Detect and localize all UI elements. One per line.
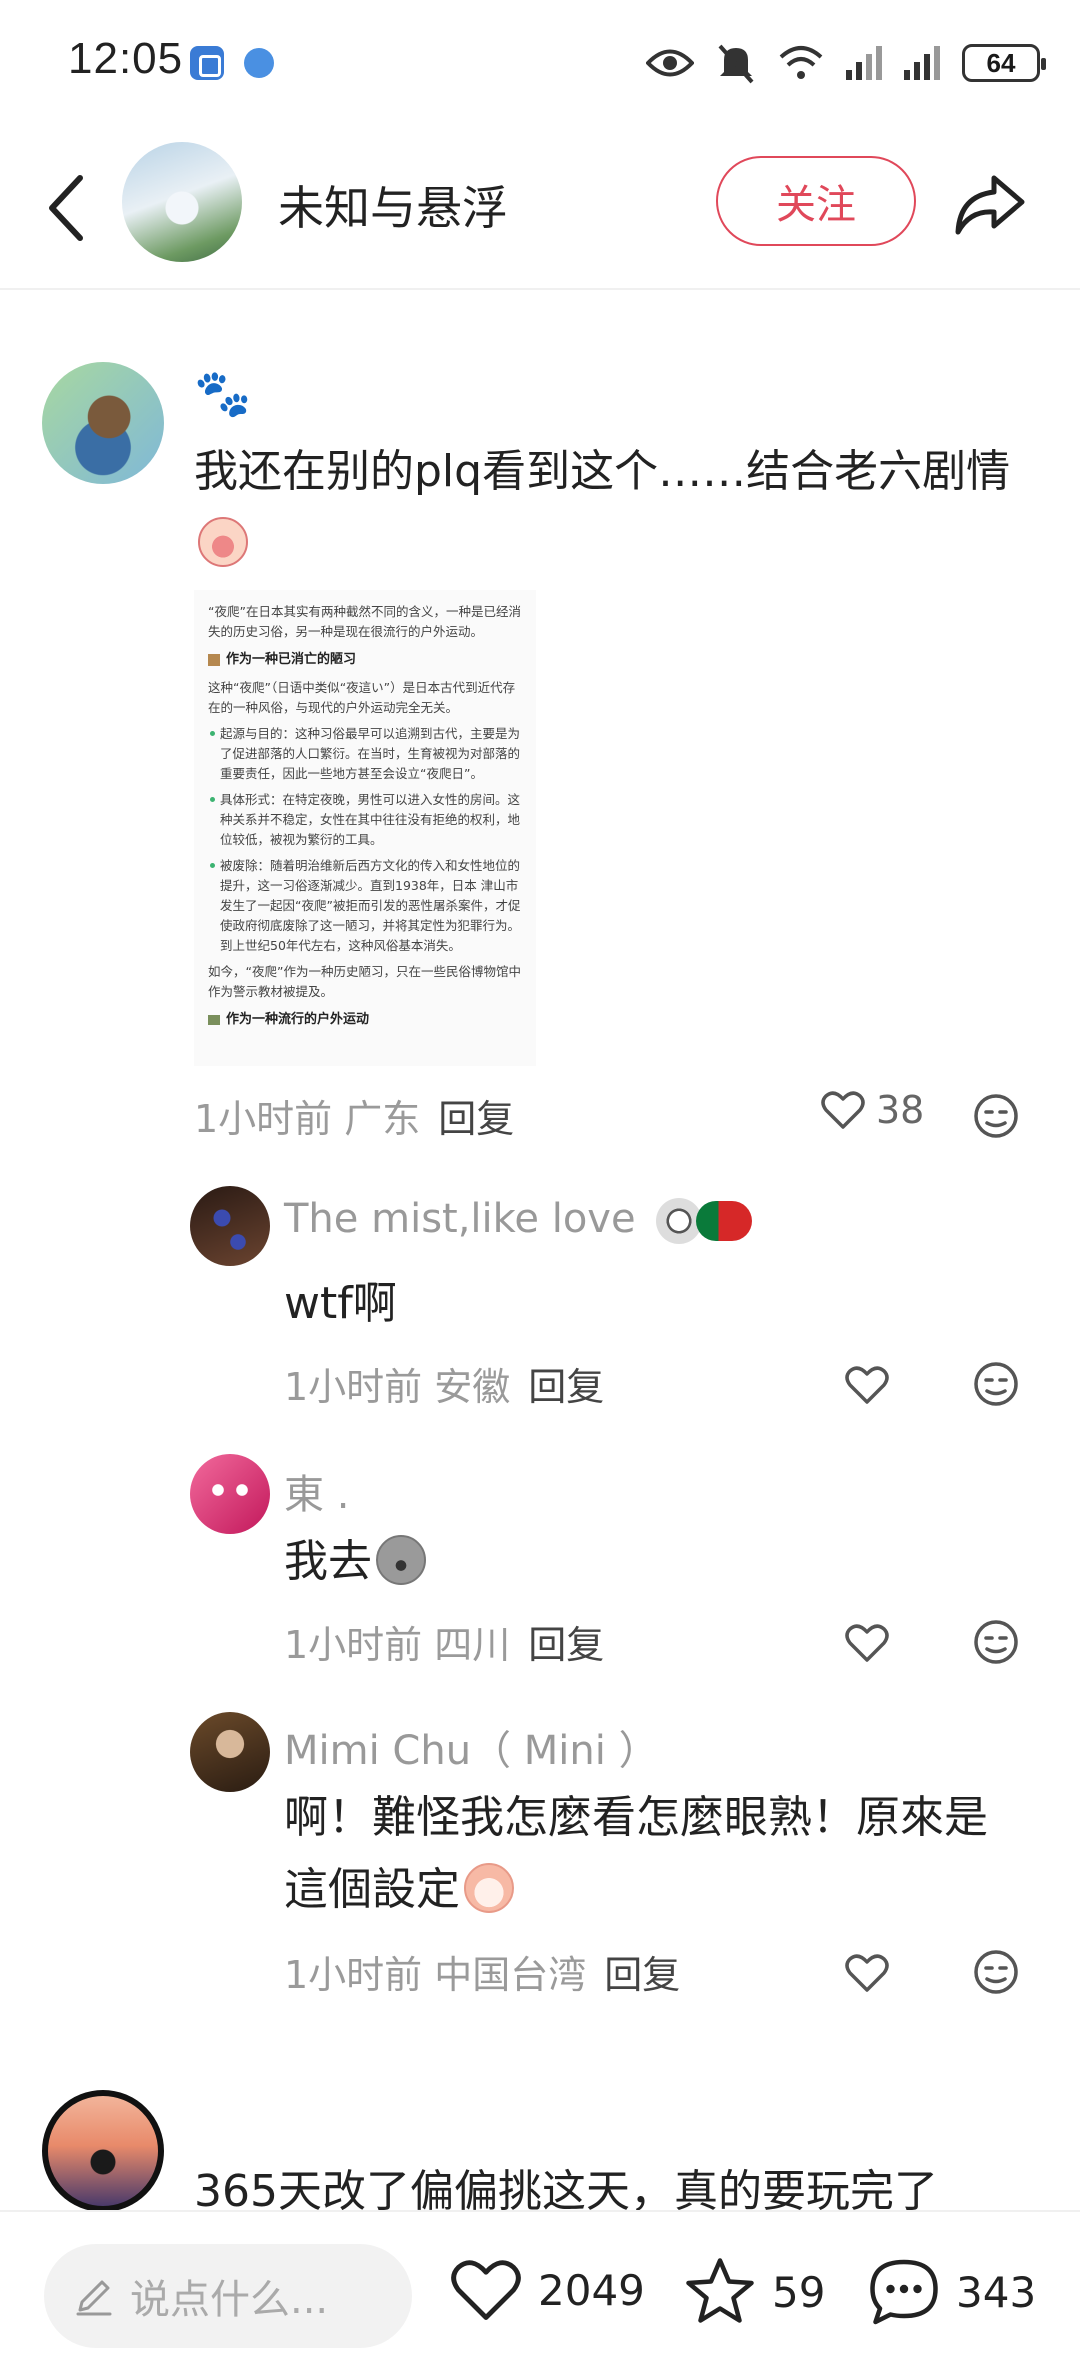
replier-avatar[interactable] <box>190 1186 270 1266</box>
commenter-avatar[interactable] <box>42 2090 164 2212</box>
replier-avatar[interactable] <box>190 1454 270 1534</box>
star-icon <box>686 2258 754 2323</box>
emoji-reaction-icon[interactable] <box>972 1092 1020 1140</box>
commenter-avatar[interactable] <box>42 362 164 484</box>
heart-icon[interactable] <box>844 1364 890 1406</box>
post-comment-count: 343 <box>956 2267 1037 2317</box>
reply-button[interactable]: 回复 <box>438 1097 514 1141</box>
favorite-post-button[interactable]: 59 <box>682 2256 825 2328</box>
embed-heading-2: 作为一种流行的户外运动 <box>208 1010 522 1030</box>
chat-bubble-icon <box>870 2259 938 2325</box>
reply-meta: 1小时前 安徽 回复 <box>284 1365 605 1409</box>
notification-app-icon <box>190 46 224 80</box>
embed-paragraph-2: 如今，“夜爬”作为一种历史陋习，只在一些民俗博物馆中作为警示教材被提及。 <box>208 964 521 999</box>
heart-icon[interactable] <box>844 1622 890 1664</box>
share-icon[interactable] <box>950 164 1030 244</box>
peach-emoji-icon <box>464 1863 514 1913</box>
post-header: 未知与悬浮 关注 <box>0 120 1080 290</box>
reply-button[interactable]: 回复 <box>604 1953 680 1997</box>
wifi-icon <box>779 46 823 79</box>
comment-image[interactable]: “夜爬”在日本其实有两种截然不同的含义，一种是已经消失的历史习俗，另一种是现在很… <box>194 590 536 1066</box>
bottom-action-bar: 说点什么... 2049 59 343 <box>0 2210 1080 2373</box>
status-icons: 64 <box>646 38 1046 88</box>
commenter-name[interactable]: 🐾 <box>194 366 251 421</box>
signal-icon-2 <box>904 46 940 80</box>
reply-text: 我去 <box>284 1526 426 1598</box>
comment-input-placeholder: 说点什么... <box>130 2277 329 2323</box>
eye-icon <box>646 49 694 77</box>
comment-meta: 1小时前 广东 回复 <box>194 1097 515 1141</box>
like-post-button[interactable]: 2049 <box>448 2256 645 2324</box>
mute-bell-icon <box>718 44 754 84</box>
embed-bullet-3: 被废除：随着明治维新后西方文化的传入和女性地位的提升，这一习俗逐渐减少。直到19… <box>208 856 522 956</box>
reply-text: wtf啊 <box>284 1278 397 1329</box>
embed-intro: “夜爬”在日本其实有两种截然不同的含义，一种是已经消失的历史习俗，另一种是现在很… <box>208 604 521 639</box>
post-like-count: 2049 <box>538 2265 645 2315</box>
replier-name[interactable]: 東 . <box>284 1462 349 1520</box>
status-bar: 12:05 64 <box>0 0 1080 120</box>
reply-button[interactable]: 回复 <box>528 1623 604 1667</box>
emoji-reaction-icon[interactable] <box>972 1948 1020 1996</box>
like-count: 38 <box>876 1088 925 1132</box>
reply-meta: 1小时前 中国台湾 回复 <box>284 1953 681 1997</box>
comment-text-content: 我还在别的plq看到这个……结合老六剧情 <box>194 446 1011 497</box>
gasp-emoji-icon <box>376 1535 426 1585</box>
reply-meta: 1小时前 四川 回复 <box>284 1623 605 1667</box>
portugal-flag-icon <box>696 1201 753 1241</box>
post-favorite-count: 59 <box>772 2267 826 2317</box>
comment-post-button[interactable]: 343 <box>866 2256 1036 2328</box>
reply-text: 啊！難怪我怎麼看怎麼眼熟！原來是 這個設定 <box>284 1782 1044 1926</box>
status-time: 12:05 <box>68 34 184 83</box>
like-button[interactable]: 38 <box>820 1088 924 1132</box>
reply-text-line: 這個設定 <box>284 1854 1044 1926</box>
embed-bullet-2: 具体形式：在特定夜晚，男性可以进入女性的房间。这种关系并不稳定，女性在其中往往没… <box>208 790 522 850</box>
heart-icon <box>821 1091 865 1129</box>
embed-bullet-1: 起源与目的：这种习俗最早可以追溯到古代，主要是为了促进部落的人口繁衍。在当时，生… <box>208 724 522 784</box>
replier-name[interactable]: Mimi Chu（ Mini ） <box>284 1718 659 1776</box>
browser-notification-icon <box>244 48 274 78</box>
back-icon[interactable] <box>38 168 98 248</box>
replier-avatar[interactable] <box>190 1712 270 1792</box>
follow-button[interactable]: 关注 <box>716 156 916 246</box>
heart-icon[interactable] <box>844 1952 890 1994</box>
comment-text: 我还在别的plq看到这个……结合老六剧情 <box>194 436 1014 580</box>
comment-text: 365天改了偏偏挑这天，真的要玩完了 <box>194 2166 938 2210</box>
embed-heading-1: 作为一种已消亡的陋习 <box>208 650 522 670</box>
author-name[interactable]: 未知与悬浮 <box>278 172 508 238</box>
replier-name[interactable]: The mist,like love <box>284 1196 753 1244</box>
reply-button[interactable]: 回复 <box>528 1365 604 1409</box>
signal-icon-1 <box>846 46 882 80</box>
battery-indicator: 64 <box>962 44 1046 82</box>
embed-paragraph-1: 这种“夜爬”（日语中类似“夜這い”）是日本古代到近代存在的一种风俗，与现代的户外… <box>208 680 516 715</box>
emoji-reaction-icon[interactable] <box>972 1618 1020 1666</box>
reply-text-line: 啊！難怪我怎麼看怎麼眼熟！原來是 <box>284 1792 988 1843</box>
pencil-icon <box>76 2280 112 2316</box>
author-avatar[interactable] <box>122 142 242 262</box>
heart-icon <box>451 2260 521 2320</box>
crying-emoji-icon <box>198 517 248 567</box>
comment-input[interactable]: 说点什么... <box>44 2244 412 2348</box>
emoji-reaction-icon[interactable] <box>972 1360 1020 1408</box>
